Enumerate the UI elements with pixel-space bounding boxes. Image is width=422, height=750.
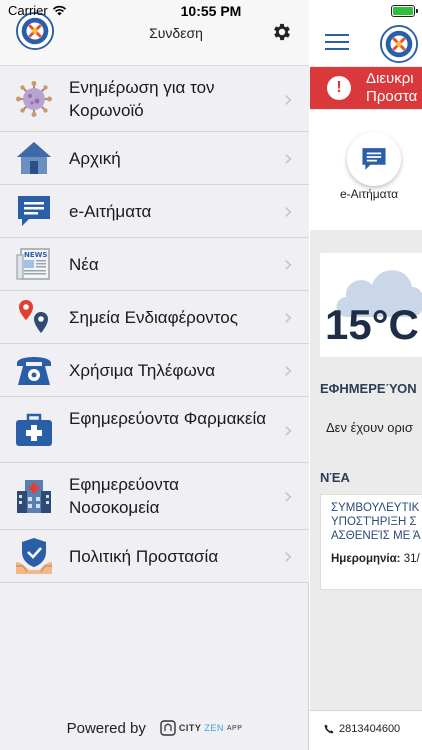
footer-phone[interactable]: 2813404600: [324, 723, 400, 735]
weather-temperature: 15°C: [325, 301, 419, 348]
news-title-line: ΥΠΟΣΤΉΡΙΞΗ Σ: [331, 516, 417, 528]
menu-item-label: Αρχική: [69, 149, 121, 168]
battery-icon: [391, 5, 418, 17]
chevron-right-icon: ›: [283, 542, 293, 570]
chevron-right-icon: ›: [283, 416, 293, 444]
map-pins-icon: [14, 297, 54, 337]
hospital-icon: [14, 476, 54, 516]
menu-item-points-of-interest[interactable]: Σημεία Ενδιαφέροντος ›: [0, 291, 309, 344]
svg-text:NEWS: NEWS: [24, 251, 47, 259]
quick-actions: e-Αιτήματα: [310, 110, 422, 230]
drawer-menu: Ενημέρωση για τον Κορωνοϊό › Αρχική › e-…: [0, 66, 309, 583]
duty-status-text: Δεν έχουν ορισ: [326, 420, 413, 435]
chat-message-icon: [362, 148, 386, 170]
newspaper-icon: NEWS: [14, 244, 54, 284]
chevron-right-icon: ›: [283, 85, 293, 113]
news-title-line: ΣΥΜΒΟΥΛΕΥΤΙΚ: [331, 502, 420, 514]
side-drawer: Συνδεση Ενημέρωση για τον Κορωνοϊό › Αρχ…: [0, 0, 309, 750]
chevron-right-icon: ›: [283, 197, 293, 225]
cityzen-logo-part1: CITY: [178, 723, 202, 733]
menu-item-label: Εφημερεύοντα Φαρμακεία: [69, 409, 267, 428]
menu-item-label: Σημεία Ενδιαφέροντος: [69, 308, 238, 327]
chevron-right-icon: ›: [283, 356, 293, 384]
medical-kit-icon: [14, 410, 54, 450]
alert-line-1: Διευκρι: [366, 70, 414, 87]
news-section-title: ΝΈΑ: [320, 470, 350, 485]
menu-item-label: Εφημερεύοντα Νοσοκομεία: [69, 475, 179, 517]
home-icon: [14, 138, 54, 178]
cityzen-logo-part3: APP: [226, 724, 243, 732]
status-bar: Carrier 10:55 PM: [0, 0, 422, 22]
news-card[interactable]: ΣΥΜΒΟΥΛΕΥΤΙΚ ΥΠΟΣΤΉΡΙΞΗ Σ ΑΣΘΕΝΕΊΣ ΜΕ Ά …: [320, 494, 422, 590]
duty-section-title: ΕΦΗΜΕΡΕΎΟΝ: [320, 381, 417, 396]
status-time: 10:55 PM: [180, 3, 242, 19]
news-date-label: Ημερομηνία:: [331, 553, 401, 565]
coronavirus-icon: [14, 79, 54, 119]
chevron-right-icon: ›: [283, 250, 293, 278]
civil-protection-icon: [14, 536, 54, 576]
menu-item-label: Νέα: [69, 255, 99, 274]
powered-by-label: Powered by: [66, 719, 146, 737]
cityzenapp-logo[interactable]: CITY ZEN APP: [160, 720, 243, 736]
telephone-icon: [14, 350, 54, 390]
drawer-title[interactable]: Συνδεση: [0, 25, 352, 41]
alert-banner[interactable]: ! Διευκρι Προστα: [310, 67, 422, 109]
menu-item-hospitals[interactable]: Εφημερεύοντα Νοσοκομεία ›: [0, 463, 309, 530]
powered-by: Powered by CITY ZEN APP: [0, 714, 309, 742]
alert-text: Διευκρι Προστα: [366, 70, 417, 106]
cityzen-logo-icon: [160, 720, 176, 736]
menu-item-label: Χρήσιμα Τηλέφωνα: [69, 361, 216, 380]
menu-item-e-requests[interactable]: e-Αιτήματα ›: [0, 185, 309, 238]
chevron-right-icon: ›: [283, 144, 293, 172]
quick-action-label: e-Αιτήματα: [340, 187, 399, 201]
menu-item-news[interactable]: NEWS Νέα ›: [0, 238, 309, 291]
main-screen: ! Διευκρι Προστα e-Αιτήματα 15°C ΕΦΗΜΕΡΕ…: [310, 0, 422, 750]
news-date: Ημερομηνία: 31/: [331, 553, 420, 565]
chat-message-icon: [14, 191, 54, 231]
menu-item-civil-protection[interactable]: Πολιτική Προστασία ›: [0, 530, 309, 583]
menu-item-label: Ενημέρωση για τον Κορωνοϊό: [69, 78, 215, 120]
chevron-right-icon: ›: [283, 303, 293, 331]
chevron-right-icon: ›: [283, 482, 293, 510]
news-date-value: 31/: [403, 553, 420, 565]
menu-item-label: Πολιτική Προστασία: [69, 547, 219, 566]
menu-item-home[interactable]: Αρχική ›: [0, 132, 309, 185]
quick-action-e-requests-button[interactable]: [347, 132, 401, 186]
phone-icon: [324, 724, 334, 734]
alert-line-2: Προστα: [366, 88, 418, 105]
weather-card: 15°C: [320, 253, 422, 357]
municipality-logo-icon: [380, 25, 418, 63]
menu-item-coronavirus[interactable]: Ενημέρωση για τον Κορωνοϊό ›: [0, 66, 309, 132]
menu-item-label: e-Αιτήματα: [69, 202, 152, 221]
news-title-line: ΑΣΘΕΝΕΊΣ ΜΕ Ά: [331, 530, 421, 542]
gear-icon[interactable]: [271, 21, 293, 43]
cityzen-logo-part2: ZEN: [204, 723, 224, 733]
footer-bar: 2813404600: [310, 710, 422, 750]
hamburger-menu-icon[interactable]: [325, 34, 349, 52]
footer-phone-number: 2813404600: [339, 723, 401, 735]
menu-item-pharmacies[interactable]: Εφημερεύοντα Φαρμακεία ›: [0, 397, 309, 463]
news-title: ΣΥΜΒΟΥΛΕΥΤΙΚ ΥΠΟΣΤΉΡΙΞΗ Σ ΑΣΘΕΝΕΊΣ ΜΕ Ά: [331, 501, 421, 543]
menu-item-useful-phones[interactable]: Χρήσιμα Τηλέφωνα ›: [0, 344, 309, 397]
alert-exclamation-icon: !: [327, 76, 351, 100]
